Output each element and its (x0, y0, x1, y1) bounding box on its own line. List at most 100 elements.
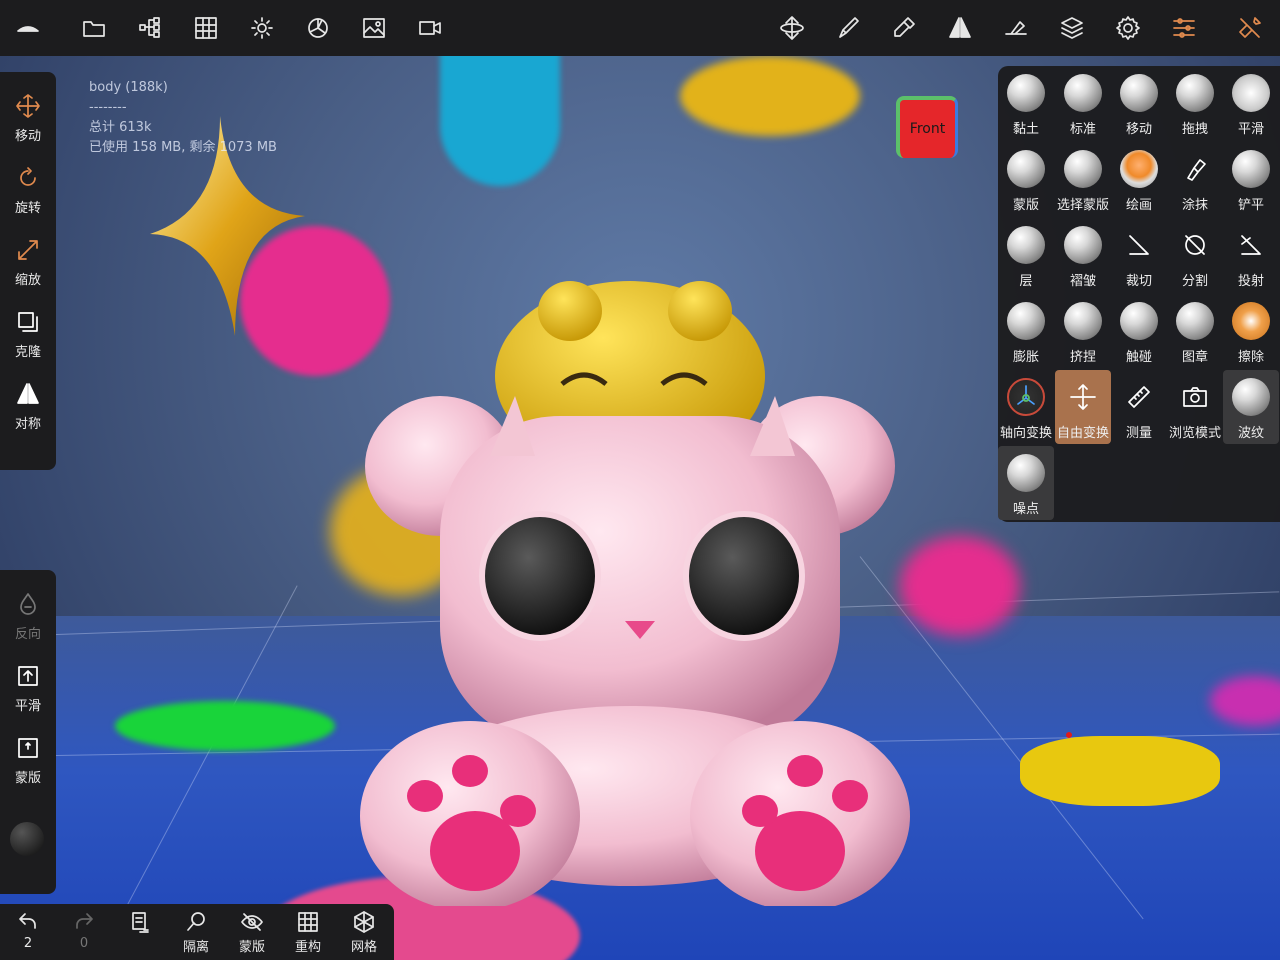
tool-settings-icon[interactable] (1168, 12, 1200, 44)
redo-button[interactable]: 0 (58, 910, 110, 958)
brush-drag[interactable]: 拖拽 (1167, 66, 1223, 140)
picker-icon[interactable] (888, 12, 920, 44)
camera-icon[interactable] (414, 12, 446, 44)
axis-gizmo-icon (1017, 385, 1035, 405)
redo-count: 0 (79, 936, 89, 951)
bg-blob-pink-2 (900, 536, 1020, 636)
material-swatch[interactable] (10, 822, 44, 856)
tool-scale[interactable]: 缩放 (0, 226, 56, 298)
view-cube-label: Front (909, 121, 946, 137)
mesh-icon (354, 911, 374, 933)
ruler-icon (1128, 386, 1150, 408)
material-icon[interactable] (302, 12, 334, 44)
brush-select-mask[interactable]: 选择蒙版 (1055, 142, 1111, 216)
free-transform-icon (1070, 384, 1096, 410)
erase-brush-icon (1232, 302, 1270, 340)
tool-move[interactable]: 移动 (0, 82, 56, 154)
paint-brush-icon (1120, 150, 1158, 188)
undo-icon (19, 913, 36, 929)
remesh-button[interactable]: 重构 (282, 910, 334, 958)
layers-icon[interactable] (1056, 12, 1088, 44)
brush-free-transform[interactable]: 自由变换 (1055, 370, 1111, 444)
redo-icon (76, 913, 93, 929)
brush-stamp[interactable]: 图章 (1167, 294, 1223, 368)
brush-paint[interactable]: 绘画 (1111, 142, 1167, 216)
bg-disc-yellow (1020, 736, 1220, 806)
total-polycount: 总计 613k (89, 120, 152, 135)
brush-move[interactable]: 移动 (1111, 66, 1167, 140)
undo-button[interactable]: 2 (2, 910, 54, 958)
brush-tube[interactable]: 触碰 (1111, 294, 1167, 368)
clay-brush-icon (1007, 74, 1045, 112)
stroke-point (1066, 732, 1072, 738)
mask-toggle-button[interactable]: 蒙版 (226, 910, 278, 958)
top-toolbar (0, 0, 1280, 56)
folder-icon[interactable] (78, 12, 110, 44)
cat-character-model (360, 281, 910, 906)
sun-icon[interactable] (246, 12, 278, 44)
brush-standard[interactable]: 标准 (1055, 66, 1111, 140)
brush-erase[interactable]: 擦除 (1223, 294, 1279, 368)
split-icon (1185, 235, 1205, 255)
gizmo-icon[interactable] (776, 12, 808, 44)
brush-clay[interactable]: 黏土 (998, 66, 1054, 140)
tools-icon[interactable] (1234, 12, 1266, 44)
brush-noise[interactable]: 噪点 (998, 446, 1054, 520)
brush-ripple[interactable]: 波纹 (1223, 370, 1279, 444)
brush-smooth[interactable]: 平滑 (1223, 66, 1279, 140)
brush-split[interactable]: 分割 (1167, 218, 1223, 292)
drop-icon (20, 592, 36, 615)
brush-view-mode[interactable]: 浏览模式 (1167, 370, 1223, 444)
move-icon (16, 93, 40, 118)
option-smooth[interactable]: 平滑 (0, 652, 56, 724)
stroke-icon[interactable] (1000, 12, 1032, 44)
info-separator: -------- (89, 100, 127, 115)
scale-icon (18, 239, 38, 260)
nomad-logo-icon[interactable] (12, 12, 44, 44)
grid-icon[interactable] (190, 12, 222, 44)
crease-brush-icon (1064, 226, 1102, 264)
clone-icon (18, 311, 38, 332)
flatten-brush-icon (1232, 150, 1270, 188)
brush-axis-transform[interactable]: 轴向变换 (998, 370, 1054, 444)
symmetry-icon[interactable] (944, 12, 976, 44)
brush-inflate[interactable]: 膨胀 (998, 294, 1054, 368)
symmetry-icon (17, 382, 39, 404)
view-cube[interactable]: Front (896, 96, 958, 158)
smooth-icon (18, 665, 38, 686)
rotate-icon (20, 166, 36, 186)
history-button[interactable] (114, 910, 166, 958)
option-invert[interactable]: 反向 (0, 580, 56, 652)
brush-measure[interactable]: 测量 (1111, 370, 1167, 444)
brush-icon[interactable] (832, 12, 864, 44)
image-icon[interactable] (358, 12, 390, 44)
isolate-button[interactable]: 隔离 (170, 910, 222, 958)
camera-icon (1183, 387, 1207, 407)
trim-icon (1129, 235, 1149, 255)
layer-brush-icon (1007, 226, 1045, 264)
brush-pinch[interactable]: 挤捏 (1055, 294, 1111, 368)
pinch-brush-icon (1064, 302, 1102, 340)
brush-trim[interactable]: 裁切 (1111, 218, 1167, 292)
smooth-brush-icon (1232, 74, 1270, 112)
tool-symmetry[interactable]: 对称 (0, 370, 56, 442)
bg-blob-cyan (440, 56, 560, 186)
memory-usage: 已使用 158 MB, 剩余 1073 MB (89, 140, 277, 155)
eye-hidden-icon (241, 913, 263, 931)
settings-icon[interactable] (1112, 12, 1144, 44)
tool-clone[interactable]: 克隆 (0, 298, 56, 370)
search-icon (187, 912, 205, 931)
select-mask-brush-icon (1064, 150, 1102, 188)
brush-project[interactable]: 投射 (1223, 218, 1279, 292)
drag-brush-icon (1176, 74, 1214, 112)
smudge-icon (1187, 159, 1206, 181)
brush-mask[interactable]: 蒙版 (998, 142, 1054, 216)
tool-rotate[interactable]: 旋转 (0, 154, 56, 226)
brush-crease[interactable]: 褶皱 (1055, 218, 1111, 292)
brush-flatten[interactable]: 铲平 (1223, 142, 1279, 216)
mesh-button[interactable]: 网格 (338, 910, 390, 958)
scene-tree-icon[interactable] (134, 12, 166, 44)
option-mask[interactable]: 蒙版 (0, 724, 56, 796)
brush-layer[interactable]: 层 (998, 218, 1054, 292)
brush-smudge[interactable]: 涂抹 (1167, 142, 1223, 216)
